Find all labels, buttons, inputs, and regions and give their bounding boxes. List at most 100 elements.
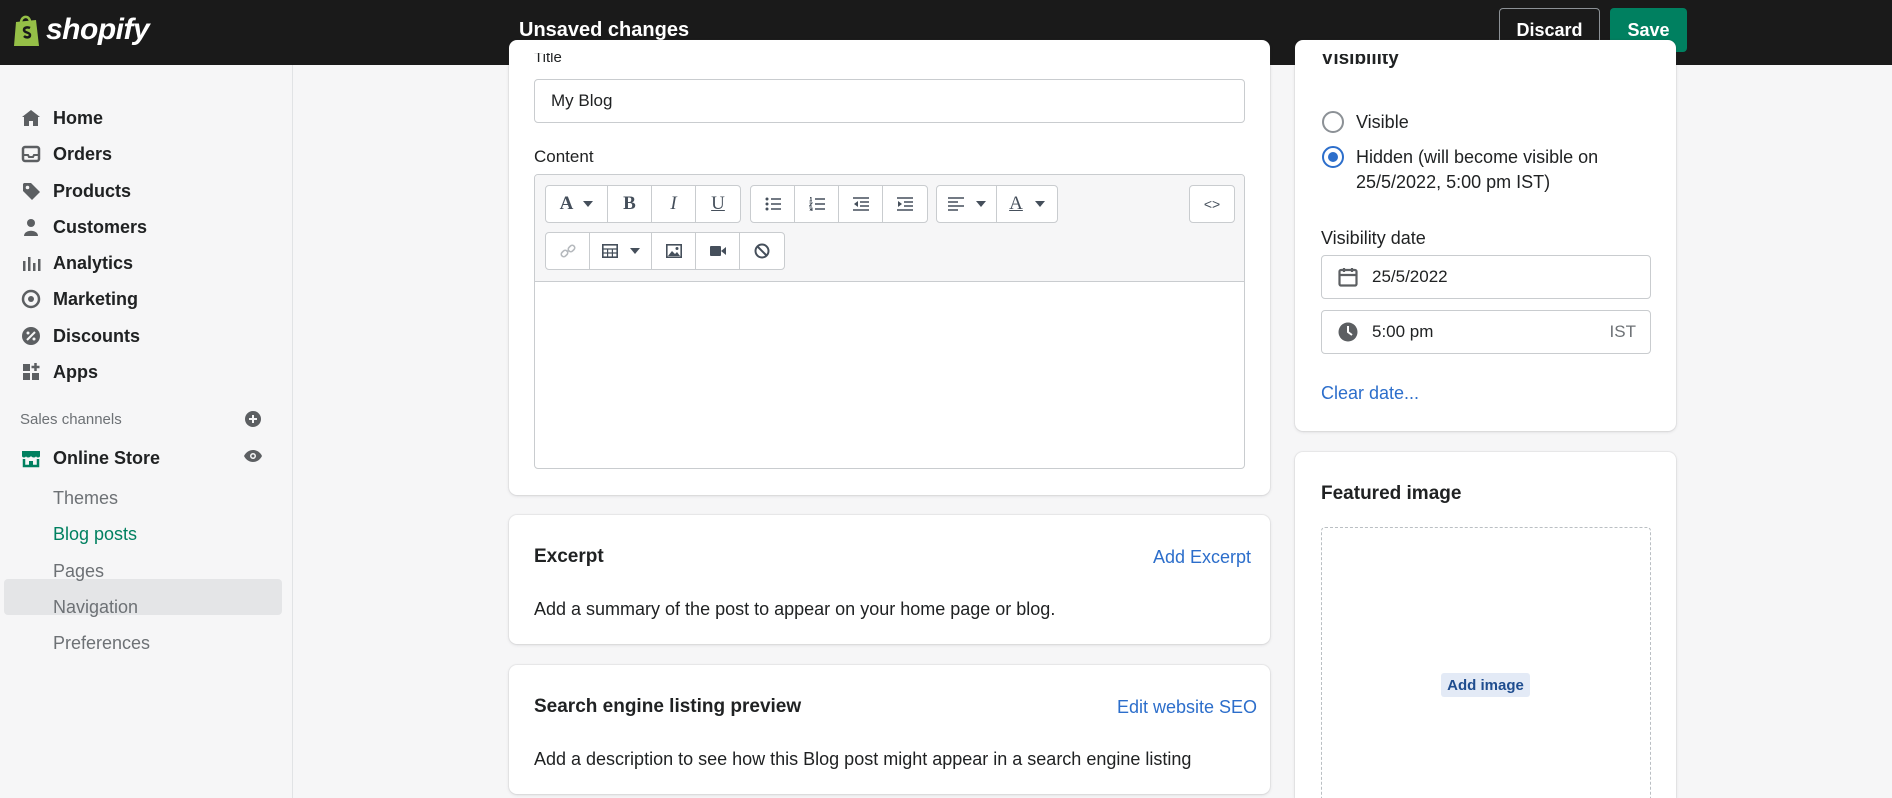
sidebar-item-label: Analytics — [53, 252, 134, 273]
insert-table-dropdown[interactable] — [590, 233, 652, 269]
sidebar-subitem-pages[interactable]: Pages — [53, 556, 104, 586]
italic-button[interactable]: I — [652, 186, 696, 222]
insert-video-button[interactable] — [696, 233, 740, 269]
sidebar-item-label: Home — [53, 107, 104, 128]
sidebar-item-apps[interactable]: Apps — [20, 357, 98, 387]
clear-formatting-button[interactable] — [740, 233, 784, 269]
hidden-option-label: Hidden (will become visible on — [1356, 147, 1599, 167]
underline-icon: U — [711, 193, 725, 214]
underline-button[interactable]: U — [696, 186, 740, 222]
visibility-time-value: 5:00 pm — [1372, 322, 1434, 341]
visible-option-label: Visible — [1356, 112, 1409, 132]
show-html-button[interactable]: <> — [1190, 186, 1234, 222]
insert-image-button[interactable] — [652, 233, 696, 269]
caret-down-icon — [975, 201, 986, 207]
rich-text-editor: A B I U A <> — [534, 174, 1245, 469]
sidebar-item-marketing[interactable]: Marketing — [20, 284, 138, 314]
insert-group — [545, 232, 785, 270]
visibility-date-label: Visibility date — [1321, 228, 1426, 248]
sidebar-item-online-store[interactable]: Online Store — [20, 443, 160, 473]
visibility-date-input[interactable]: 25/5/2022 — [1321, 255, 1651, 299]
sidebar-item-label: Products — [53, 180, 132, 201]
image-dropzone[interactable] — [1321, 527, 1651, 798]
add-image-button[interactable]: Add image — [1441, 673, 1530, 697]
sidebar-item-orders[interactable]: Orders — [20, 139, 112, 169]
seo-description: Add a description to see how this Blog p… — [534, 749, 1192, 769]
target-icon — [20, 288, 42, 310]
text-color-dropdown[interactable]: A — [997, 186, 1057, 222]
seo-card — [509, 665, 1270, 794]
numbered-list-button[interactable] — [795, 186, 839, 222]
sidebar-item-label: Apps — [53, 361, 98, 382]
bold-button[interactable]: B — [608, 186, 652, 222]
timezone-suffix: IST — [1609, 322, 1636, 341]
sidebar-item-products[interactable]: Products — [20, 176, 131, 206]
sidebar-item-home[interactable]: Home — [20, 103, 103, 133]
add-sales-channel-button[interactable] — [244, 410, 262, 428]
sidebar-subitem-preferences[interactable]: Preferences — [53, 628, 150, 658]
image-icon — [665, 244, 682, 258]
person-icon — [20, 216, 42, 238]
excerpt-title: Excerpt — [534, 546, 604, 567]
unsaved-changes-label: Unsaved changes — [519, 19, 690, 41]
sidebar-item-label: Discounts — [53, 325, 141, 346]
brand-name: shopify — [46, 13, 150, 46]
visibility-title: Visibility — [1321, 54, 1399, 77]
sidebar-subitem-navigation[interactable]: Navigation — [53, 592, 138, 622]
featured-image-title: Featured image — [1321, 483, 1462, 504]
font-style-icon: A — [559, 193, 574, 214]
sidebar-item-label: Online Store — [53, 447, 161, 468]
align-left-icon — [947, 197, 964, 211]
calendar-icon — [1338, 268, 1358, 287]
view-store-button[interactable] — [243, 449, 263, 463]
hidden-option-detail: 25/5/2022, 5:00 pm IST) — [1356, 172, 1551, 192]
sidebar: Home Orders Products Customers Analytics… — [0, 65, 293, 798]
sidebar-item-label: Customers — [53, 216, 148, 237]
code-icon: <> — [1203, 196, 1221, 212]
indent-icon — [897, 197, 913, 211]
font-style-dropdown[interactable]: A — [546, 186, 608, 222]
sidebar-subitem-themes[interactable]: Themes — [53, 483, 118, 513]
shopify-logo[interactable]: shopify — [12, 12, 150, 48]
title-label: Title — [534, 53, 562, 65]
inbox-icon — [20, 143, 42, 165]
excerpt-card — [509, 515, 1270, 644]
apps-icon — [20, 361, 42, 383]
add-excerpt-link[interactable]: Add Excerpt — [1153, 547, 1251, 568]
indent-button[interactable] — [883, 186, 927, 222]
caret-down-icon — [629, 248, 640, 254]
table-icon — [601, 244, 618, 258]
sidebar-item-customers[interactable]: Customers — [20, 212, 147, 242]
html-group: <> — [1189, 185, 1235, 223]
outdent-icon — [852, 197, 869, 211]
edit-website-seo-link[interactable]: Edit website SEO — [1117, 697, 1257, 718]
tag-icon — [20, 180, 42, 202]
italic-icon: I — [670, 193, 677, 214]
sidebar-subitem-blog-posts[interactable]: Blog posts — [53, 519, 137, 549]
title-input[interactable]: My Blog — [534, 79, 1245, 123]
editor-content-area[interactable] — [535, 282, 1244, 468]
visible-radio[interactable] — [1322, 111, 1344, 133]
active-item-highlight — [4, 579, 282, 615]
sidebar-item-analytics[interactable]: Analytics — [20, 248, 133, 278]
visibility-date-value: 25/5/2022 — [1372, 267, 1448, 286]
clock-icon — [1338, 322, 1358, 342]
clear-date-link[interactable]: Clear date... — [1321, 383, 1419, 404]
align-dropdown[interactable] — [937, 186, 997, 222]
list-group — [750, 185, 928, 223]
home-icon — [20, 107, 42, 129]
plus-circle-icon — [245, 411, 261, 427]
hidden-radio[interactable] — [1322, 146, 1344, 168]
eye-icon — [244, 450, 262, 462]
insert-link-button[interactable] — [546, 233, 590, 269]
editor-toolbar: A B I U A <> — [535, 175, 1244, 282]
visibility-title-text: Visibility — [1321, 54, 1399, 69]
sidebar-item-label: Marketing — [53, 288, 139, 309]
visibility-time-input[interactable]: 5:00 pm IST — [1321, 310, 1651, 354]
caret-down-icon — [1034, 201, 1045, 207]
outdent-button[interactable] — [839, 186, 883, 222]
block-icon — [754, 243, 770, 259]
sidebar-item-discounts[interactable]: Discounts — [20, 321, 140, 351]
bullet-list-button[interactable] — [751, 186, 795, 222]
text-color-icon: A — [1009, 193, 1023, 214]
